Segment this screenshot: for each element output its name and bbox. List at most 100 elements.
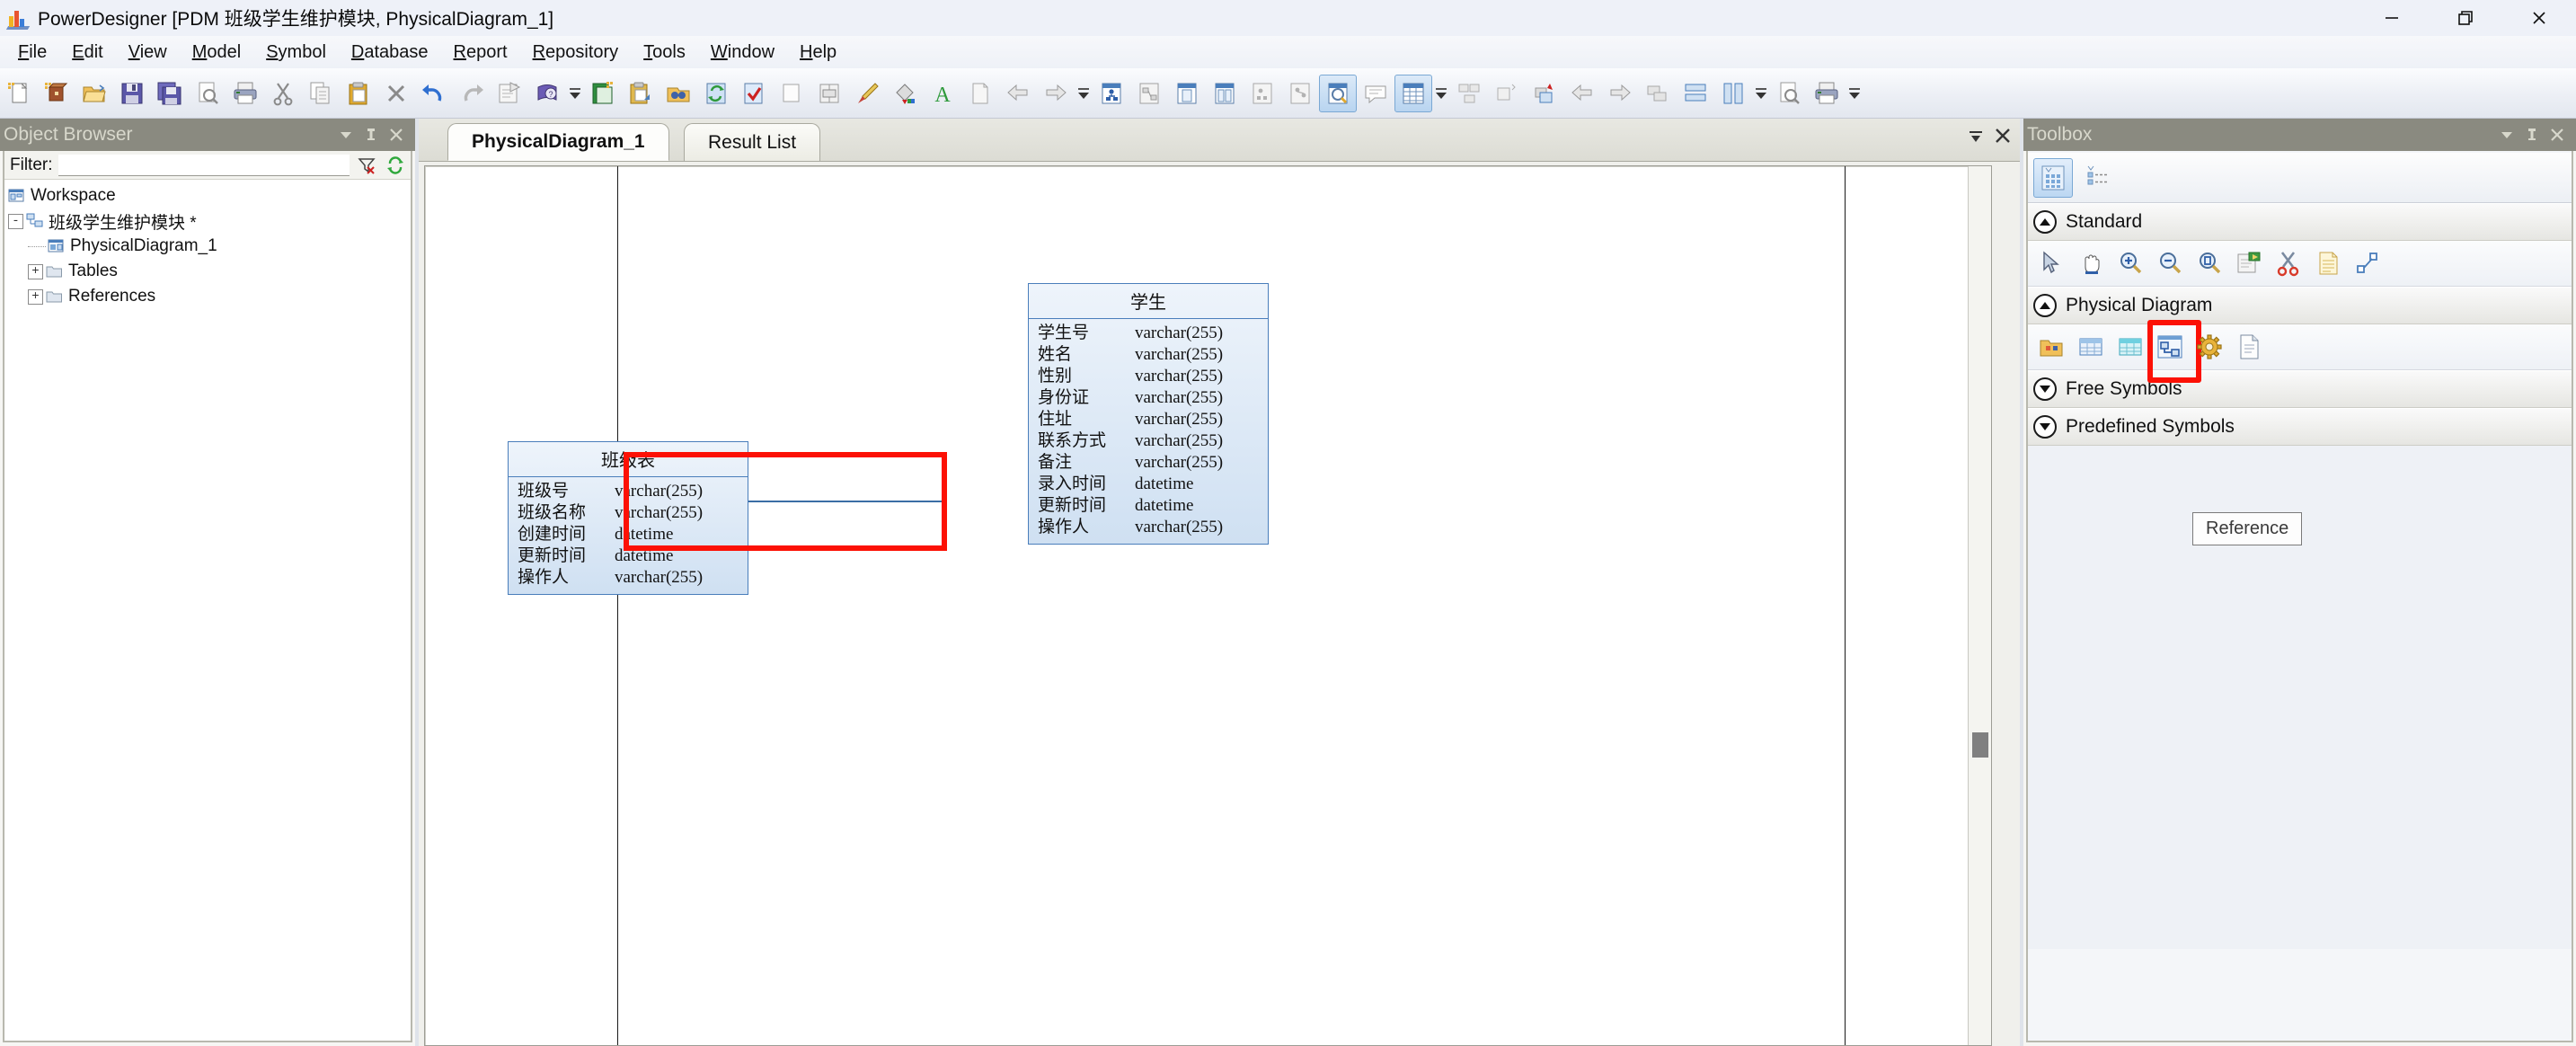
toolbar-overflow-view[interactable] [1432,75,1450,112]
menu-tools[interactable]: Tools [631,40,698,66]
tree-item-references[interactable]: + References [8,284,411,309]
grid-icon[interactable] [1394,75,1432,112]
check-model-icon[interactable] [735,75,773,112]
tree-expander-tables[interactable]: + [28,264,43,279]
zoom-in-icon[interactable] [2112,245,2148,281]
redo-icon[interactable] [453,75,491,112]
format-brush-icon[interactable] [848,75,886,112]
tree-view-b-icon[interactable] [1281,75,1319,112]
list-view-icon[interactable] [2078,158,2118,198]
table-icon[interactable] [2073,329,2109,365]
save-icon[interactable] [113,75,151,112]
align-icon[interactable] [810,75,848,112]
print-preview-icon[interactable] [189,75,226,112]
gear-icon[interactable] [2191,329,2227,365]
toolbox-group-predefined-symbols-header[interactable]: Predefined Symbols [2028,408,2572,446]
send-forward-icon[interactable] [1601,75,1639,112]
toolbox-group-standard-header[interactable]: Standard [2028,203,2572,241]
clear-filter-icon[interactable] [355,154,378,177]
toolbox-group-physical-diagram-header[interactable]: Physical Diagram [2028,287,2572,324]
note-icon[interactable] [2310,245,2346,281]
tree-item-workspace[interactable]: Workspace [8,183,411,208]
next-icon[interactable] [1037,75,1075,112]
new-package-icon[interactable] [38,75,75,112]
menu-help[interactable]: Help [787,40,849,66]
reference-icon[interactable] [2152,329,2188,365]
view-icon[interactable] [2112,329,2148,365]
tree-view-a-icon[interactable] [1244,75,1281,112]
new-model-icon[interactable] [0,75,38,112]
paste-special-icon[interactable] [622,75,659,112]
menu-report[interactable]: Report [441,40,520,66]
pin-icon[interactable] [359,123,383,146]
toolbar-overflow-print[interactable] [1846,75,1863,112]
menu-window[interactable]: Window [698,40,787,66]
link-icon[interactable] [2350,245,2386,281]
print-icon[interactable] [226,75,264,112]
model-view-icon[interactable] [1093,75,1130,112]
tab-result-list[interactable]: Result List [684,123,820,161]
ungroup-icon[interactable] [1488,75,1526,112]
close-icon[interactable] [2502,0,2576,36]
open-icon[interactable] [75,75,113,112]
help-icon[interactable]: ? [528,75,566,112]
open-package-icon[interactable] [2231,245,2267,281]
font-color-icon[interactable]: A [924,75,961,112]
table-symbol-xuesheng[interactable]: 学生 学生号 varchar(255) 姓名 varchar(255) [1028,283,1269,545]
tree-item-model[interactable]: - 班级学生维护模块 * [8,208,411,234]
menu-edit[interactable]: Edit [59,40,115,66]
grid-view-icon[interactable] [2033,158,2073,198]
distribute-vertical-icon[interactable] [1714,75,1752,112]
paste-icon[interactable] [340,75,377,112]
restore-icon[interactable] [2429,0,2502,36]
new-diagram-icon[interactable] [584,75,622,112]
toolbar-overflow-arrange[interactable] [1752,75,1770,112]
tab-physicaldiagram-1[interactable]: PhysicalDiagram_1 [447,123,669,161]
chevron-down-icon[interactable] [1964,124,1987,147]
tree-item-tables[interactable]: + Tables [8,259,411,284]
zoom-preview-icon[interactable] [1319,75,1357,112]
refresh-icon[interactable] [697,75,735,112]
find-icon[interactable] [659,75,697,112]
hand-icon[interactable] [2073,245,2109,281]
bring-front-icon[interactable] [1526,75,1563,112]
send-back-icon[interactable] [1563,75,1601,112]
blank-page-icon[interactable] [773,75,810,112]
previous-icon[interactable] [999,75,1037,112]
tree-expander-collapse[interactable]: - [8,214,23,229]
stack-icon[interactable] [1639,75,1677,112]
menu-view[interactable]: View [116,40,180,66]
comment-icon[interactable] [1357,75,1394,112]
close-icon[interactable] [1991,124,2014,147]
toolbox-group-free-symbols-header[interactable]: Free Symbols [2028,370,2572,408]
menu-symbol[interactable]: Symbol [253,40,339,66]
menu-model[interactable]: Model [180,40,253,66]
note-icon[interactable] [961,75,999,112]
print-preview-2-icon[interactable] [1770,75,1808,112]
distribute-horizontal-icon[interactable] [1677,75,1714,112]
toolbar-overflow-model[interactable] [1075,75,1093,112]
split-view-icon[interactable] [1206,75,1244,112]
tree-expander-references[interactable]: + [28,289,43,305]
delete-icon[interactable] [377,75,415,112]
copy-icon[interactable] [302,75,340,112]
canvas-vertical-scrollbar[interactable] [1968,166,1991,1045]
page-view-icon[interactable] [1168,75,1206,112]
chevron-down-icon[interactable] [334,123,358,146]
menu-database[interactable]: Database [339,40,441,66]
dependency-view-icon[interactable] [1130,75,1168,112]
zoom-out-icon[interactable] [2152,245,2188,281]
refresh-filter-icon[interactable] [384,154,407,177]
close-icon[interactable] [385,123,408,146]
file-icon[interactable] [2231,329,2267,365]
menu-file[interactable]: File [5,40,59,66]
pin-icon[interactable] [2520,123,2544,146]
close-icon[interactable] [2545,123,2569,146]
toolbar-overflow-file[interactable] [566,75,584,112]
fill-color-icon[interactable] [886,75,924,112]
scissors-icon[interactable] [2271,245,2306,281]
filter-input[interactable] [58,155,350,176]
minimize-icon[interactable] [2355,0,2429,36]
tree-item-physicaldiagram[interactable]: PhysicalDiagram_1 [8,234,411,259]
chevron-down-icon[interactable] [2495,123,2518,146]
